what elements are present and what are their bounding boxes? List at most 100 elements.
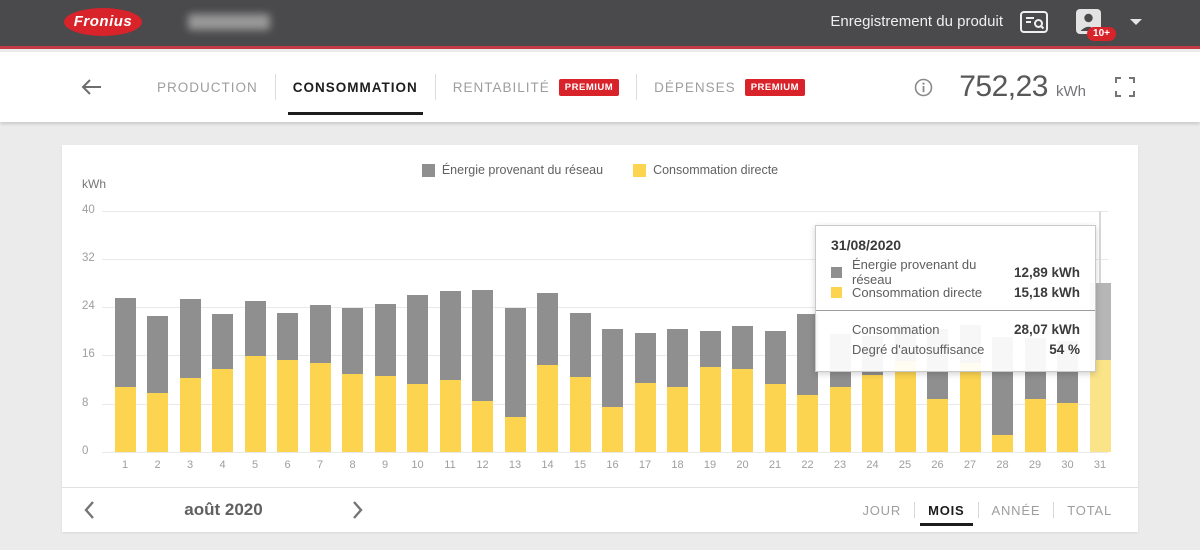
direct-consumption-segment [342, 374, 363, 452]
notification-count-badge: 10+ [1087, 27, 1116, 41]
x-tick-label-13: 13 [499, 459, 531, 471]
grid-energy-segment [667, 329, 688, 388]
grid-energy-segment [115, 298, 136, 387]
bar-day-6[interactable] [277, 313, 298, 452]
bar-day-7[interactable] [310, 305, 331, 452]
bar-day-4[interactable] [212, 314, 233, 452]
tab-rentabilité[interactable]: RENTABILITÉPREMIUM [436, 52, 636, 122]
grid-energy-segment [700, 331, 721, 367]
direct-consumption-segment [407, 384, 428, 452]
next-period-button[interactable] [351, 500, 365, 520]
bar-day-15[interactable] [570, 313, 591, 452]
direct-consumption-segment [667, 387, 688, 452]
grid-energy-segment [147, 316, 168, 393]
bar-day-14[interactable] [537, 293, 558, 452]
direct-consumption-swatch [633, 164, 646, 177]
grid-energy-segment [472, 290, 493, 400]
tab-consommation[interactable]: CONSOMMATION [276, 52, 435, 122]
x-tick-label-29: 29 [1019, 459, 1051, 471]
direct-consumption-segment [505, 417, 526, 452]
x-tick-label-25: 25 [889, 459, 921, 471]
bar-day-8[interactable] [342, 308, 363, 452]
grid-energy-segment [732, 326, 753, 368]
product-registration-icon[interactable] [1019, 9, 1049, 35]
x-tick-label-28: 28 [987, 459, 1019, 471]
direct-consumption-segment [180, 378, 201, 452]
bar-day-17[interactable] [635, 333, 656, 452]
range-tab-jour[interactable]: JOUR [849, 488, 914, 532]
tab-label: PRODUCTION [157, 80, 258, 95]
grid-energy-segment [310, 305, 331, 363]
info-icon[interactable] [914, 78, 933, 97]
direct-consumption-segment [537, 365, 558, 452]
x-tick-label-30: 30 [1052, 459, 1084, 471]
bar-day-3[interactable] [180, 299, 201, 452]
bar-day-21[interactable] [765, 331, 786, 452]
grid-energy-segment [407, 295, 428, 384]
range-tab-année[interactable]: ANNÉE [979, 488, 1054, 532]
direct-consumption-segment [375, 376, 396, 452]
bar-day-16[interactable] [602, 329, 623, 452]
bar-day-1[interactable] [115, 298, 136, 452]
x-tick-label-24: 24 [857, 459, 889, 471]
grid-energy-segment [570, 313, 591, 377]
tab-dépenses[interactable]: DÉPENSESPREMIUM [637, 52, 822, 122]
grid-energy-segment [277, 313, 298, 360]
legend-item-grid-energy[interactable]: Énergie provenant du réseau [422, 163, 603, 177]
direct-consumption-segment [310, 363, 331, 452]
direct-consumption-segment [277, 360, 298, 452]
grid-energy-segment [440, 291, 461, 380]
tooltip-row-self-sufficiency: Degré d'autosuffisance 54 % [831, 339, 1080, 359]
hover-crosshair-line [1099, 211, 1101, 283]
bar-day-11[interactable] [440, 291, 461, 452]
grid-energy-segment [505, 308, 526, 417]
direct-consumption-segment [115, 387, 136, 452]
x-tick-label-5: 5 [239, 459, 271, 471]
direct-consumption-segment [147, 393, 168, 452]
grid-energy-segment [602, 329, 623, 407]
x-tick-label-27: 27 [954, 459, 986, 471]
direct-consumption-segment [797, 395, 818, 452]
x-tick-label-31: 31 [1084, 459, 1116, 471]
bar-day-2[interactable] [147, 316, 168, 452]
gridline-0 [102, 452, 1108, 453]
x-tick-label-8: 8 [337, 459, 369, 471]
current-period-label[interactable]: août 2020 [96, 500, 351, 520]
legend-item-direct-consumption[interactable]: Consommation directe [633, 163, 778, 177]
direct-consumption-segment [245, 356, 266, 452]
bar-day-10[interactable] [407, 295, 428, 452]
fullscreen-icon[interactable] [1114, 76, 1136, 98]
grid-energy-segment [375, 304, 396, 376]
bar-day-5[interactable] [245, 301, 266, 452]
bar-day-12[interactable] [472, 290, 493, 452]
direct-consumption-segment [1025, 399, 1046, 452]
site-name-redacted[interactable] [188, 14, 270, 30]
chart-legend: Énergie provenant du réseau Consommation… [62, 162, 1138, 178]
chevron-down-icon[interactable] [1130, 19, 1142, 25]
y-tick-label: 32 [82, 252, 116, 264]
range-tab-total[interactable]: TOTAL [1054, 488, 1125, 532]
direct-consumption-segment [862, 375, 883, 452]
fronius-logo[interactable]: Fronius [64, 8, 142, 36]
user-account-button[interactable]: 10+ [1075, 8, 1102, 35]
premium-badge: PREMIUM [745, 79, 805, 96]
back-arrow-icon[interactable] [80, 78, 102, 96]
direct-consumption-segment [472, 401, 493, 452]
direct-consumption-segment [700, 367, 721, 452]
x-tick-label-21: 21 [759, 459, 791, 471]
tooltip-divider [816, 310, 1095, 311]
x-tick-label-19: 19 [694, 459, 726, 471]
grid-energy-segment [245, 301, 266, 356]
bar-day-18[interactable] [667, 329, 688, 452]
bar-day-20[interactable] [732, 326, 753, 452]
bar-day-13[interactable] [505, 308, 526, 452]
bar-day-9[interactable] [375, 304, 396, 452]
range-tab-mois[interactable]: MOIS [915, 488, 977, 532]
tab-production[interactable]: PRODUCTION [140, 52, 275, 122]
product-registration-label: Enregistrement du produit [830, 13, 1003, 30]
previous-period-button[interactable] [82, 500, 96, 520]
bar-day-19[interactable] [700, 331, 721, 452]
direct-consumption-segment [960, 363, 981, 452]
direct-consumption-segment [895, 361, 916, 452]
top-app-bar: Fronius Enregistrement du produit 10+ [0, 0, 1200, 49]
